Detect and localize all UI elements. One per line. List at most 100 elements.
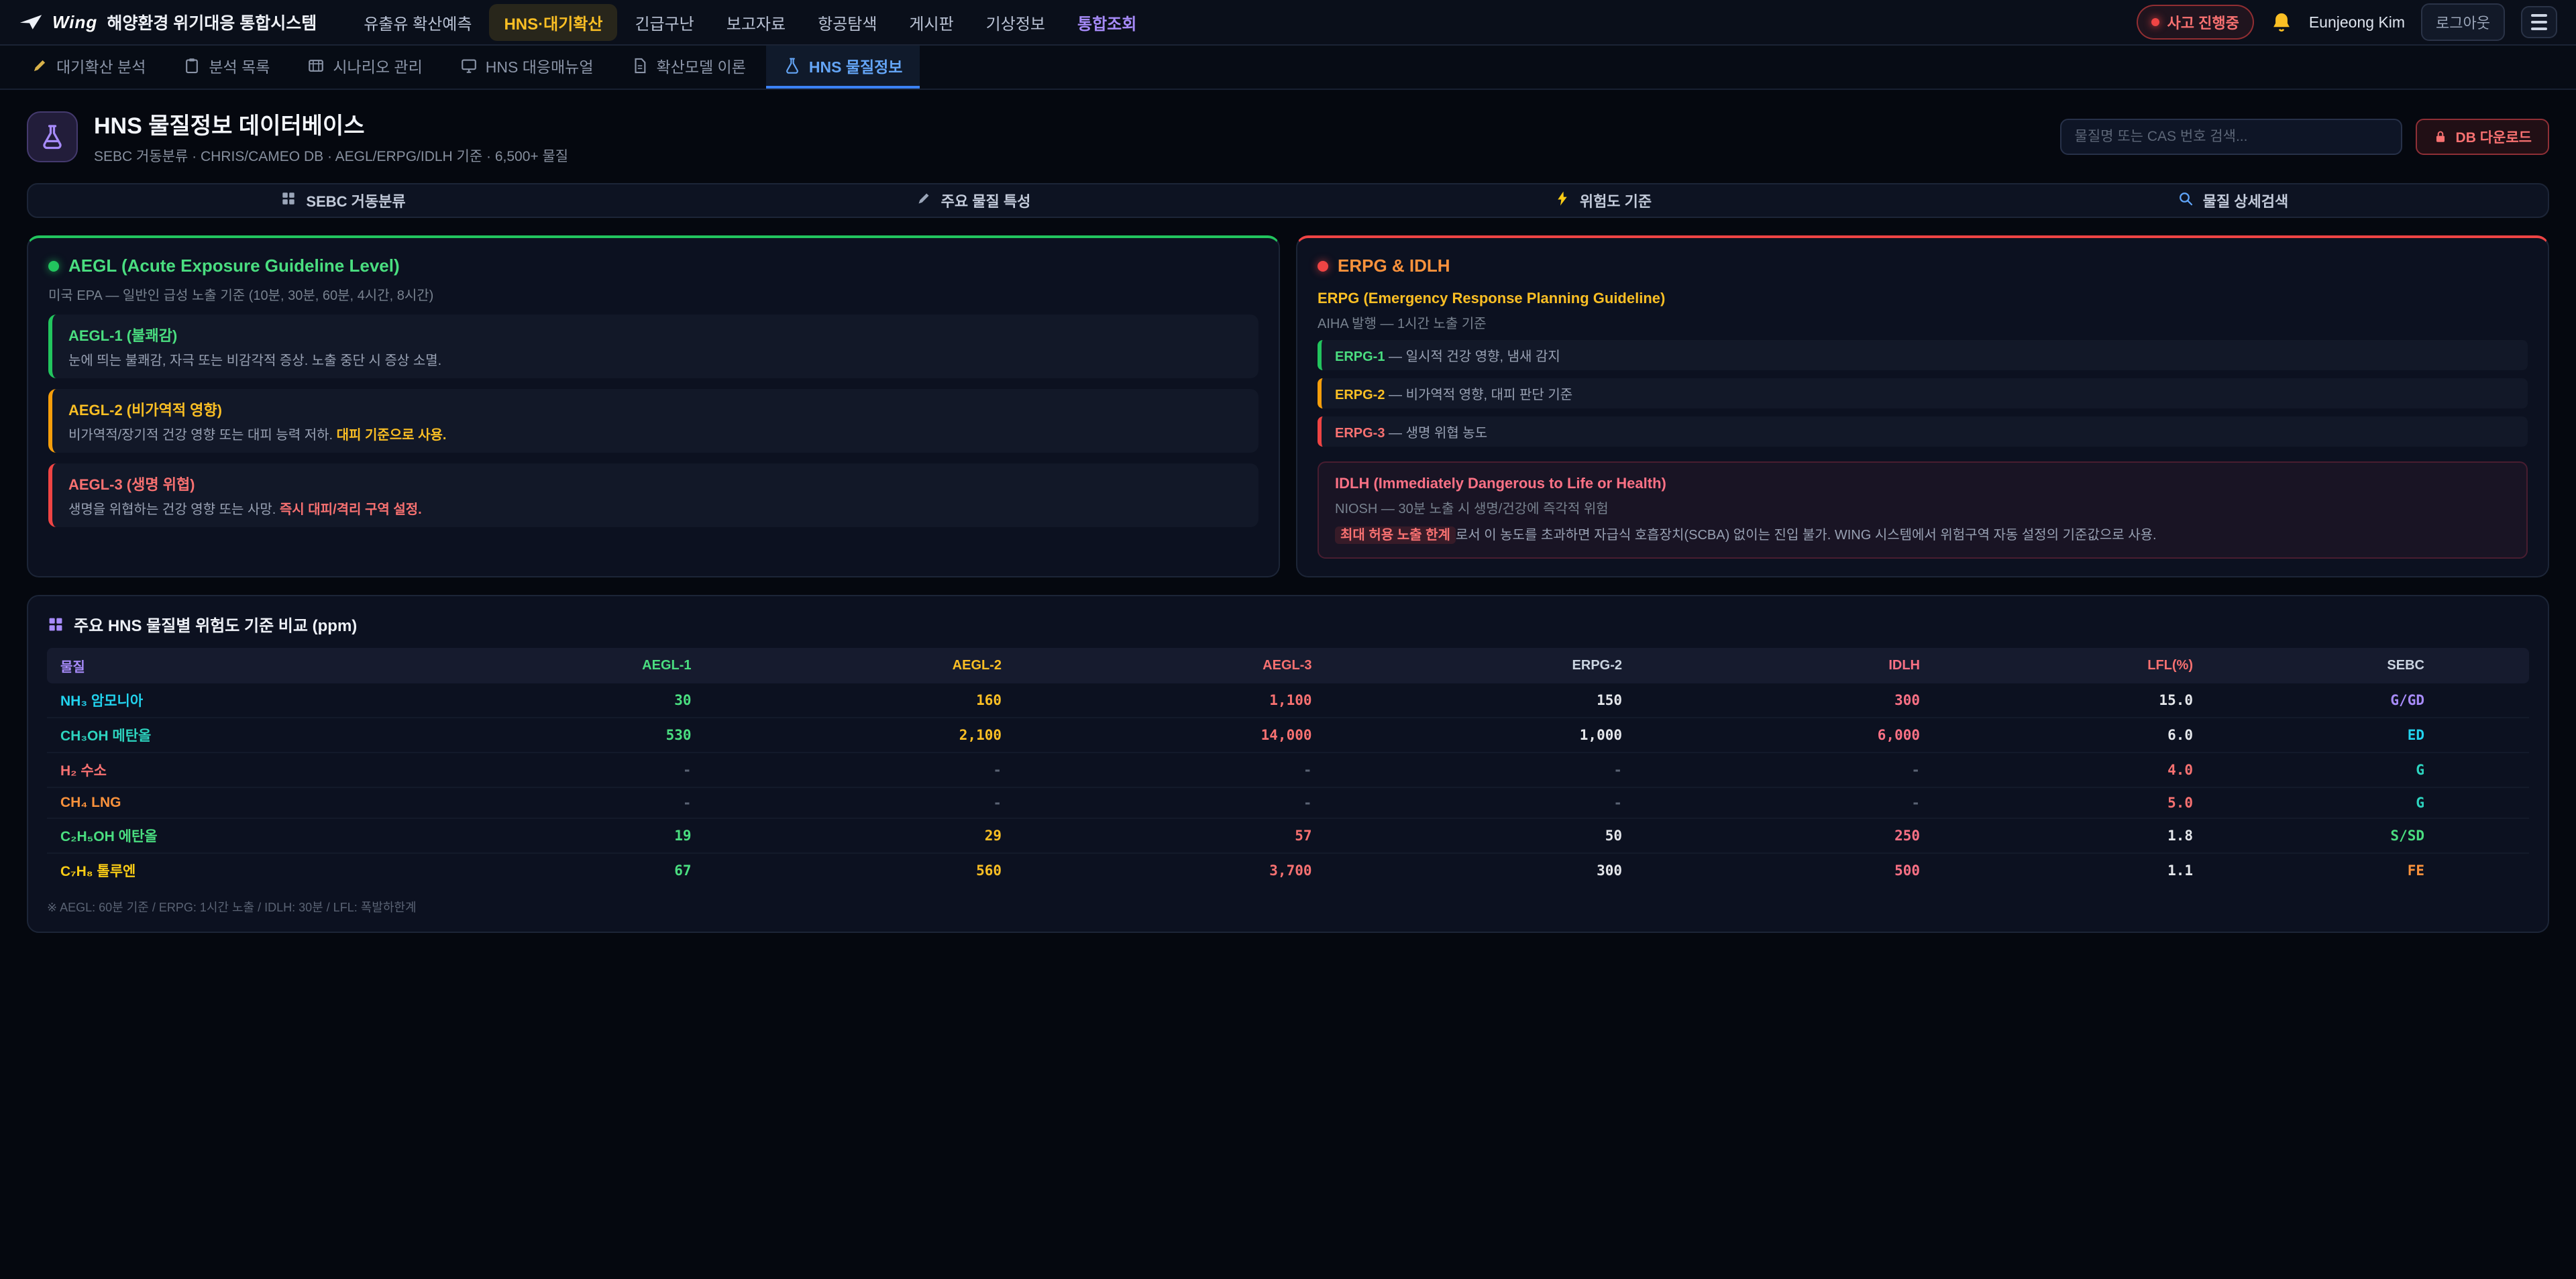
substance-name: CH₃OH 메탄올 xyxy=(47,718,394,753)
value-cell: - xyxy=(1635,753,1933,787)
menu-hamburger-button[interactable] xyxy=(2521,6,2557,38)
erpg-subtitle: AIHA 발행 — 1시간 노출 기준 xyxy=(1318,313,2528,332)
substance-name: NH₃ 암모니아 xyxy=(47,683,394,718)
db-download-button[interactable]: DB 다운로드 xyxy=(2416,119,2549,155)
substance-name: C₇H₈ 톨루엔 xyxy=(47,853,394,887)
section-tab[interactable]: 위험도 기준 xyxy=(1288,184,1918,217)
value-cell: 6,000 xyxy=(1635,718,1933,753)
value-cell: - xyxy=(1015,753,1326,787)
erpg-level-row: ERPG-3 — 생명 위협 농도 xyxy=(1318,416,2528,447)
incident-dot-icon xyxy=(2151,18,2159,26)
value-cell: - xyxy=(705,753,1016,787)
nav-item[interactable]: HNS·대기확산 xyxy=(489,4,617,41)
value-cell: 1.8 xyxy=(1933,818,2206,853)
nav-item[interactable]: 긴급구난 xyxy=(620,4,708,41)
notification-bell-icon[interactable] xyxy=(2270,11,2293,34)
value-cell: 4.0 xyxy=(1933,753,2206,787)
substance-row[interactable]: CH₃OH 메탄올5302,10014,0001,0006,0006.0ED xyxy=(47,718,2529,753)
value-cell: 57 xyxy=(1015,818,1326,853)
substance-name: H₂ 수소 xyxy=(47,753,394,787)
substance-name: CH₄ LNG xyxy=(47,787,394,818)
nav-item[interactable]: 보고자료 xyxy=(712,4,800,41)
comparison-table-panel: 주요 HNS 물질별 위험도 기준 비교 (ppm) 물질AEGL-1AEGL-… xyxy=(27,595,2549,933)
nav-item[interactable]: 항공탐색 xyxy=(803,4,892,41)
substance-row[interactable]: C₇H₈ 톨루엔675603,7003005001.1FE xyxy=(47,853,2529,887)
clipboard-icon xyxy=(183,57,201,74)
value-cell: 250 xyxy=(1635,818,1933,853)
value-cell: - xyxy=(1326,753,1636,787)
subnav-tab[interactable]: HNS 물질정보 xyxy=(766,46,920,89)
value-cell: G xyxy=(2206,787,2529,818)
substance-row[interactable]: NH₃ 암모니아301601,10015030015.0G/GD xyxy=(47,683,2529,718)
value-cell: 50 xyxy=(1326,818,1636,853)
value-cell: 300 xyxy=(1326,853,1636,887)
value-cell: 19 xyxy=(394,818,705,853)
nav-item[interactable]: 기상정보 xyxy=(971,4,1060,41)
value-cell: 150 xyxy=(1326,683,1636,718)
value-cell: 5.0 xyxy=(1933,787,2206,818)
nav-item[interactable]: 유출유 확산예측 xyxy=(349,4,486,41)
value-cell: 160 xyxy=(705,683,1016,718)
erpg-heading: ERPG (Emergency Response Planning Guidel… xyxy=(1318,290,2528,307)
value-cell: 1.1 xyxy=(1933,853,2206,887)
value-cell: 530 xyxy=(394,718,705,753)
substance-search-input[interactable] xyxy=(2060,119,2402,155)
main-nav: 유출유 확산예측HNS·대기확산긴급구난보고자료항공탐색게시판기상정보통합조회 xyxy=(349,4,1151,41)
value-cell: ED xyxy=(2206,718,2529,753)
film-icon xyxy=(307,57,325,74)
value-cell: 6.0 xyxy=(1933,718,2206,753)
value-cell: 14,000 xyxy=(1015,718,1326,753)
substance-row[interactable]: CH₄ LNG-----5.0G xyxy=(47,787,2529,818)
monitor-icon xyxy=(460,57,478,74)
column-header: AEGL-3 xyxy=(1015,648,1326,683)
idlh-title: IDLH (Immediately Dangerous to Life or H… xyxy=(1335,475,2510,492)
value-cell: G/GD xyxy=(2206,683,2529,718)
value-cell: 500 xyxy=(1635,853,1933,887)
idlh-highlight: 최대 허용 노출 한계 xyxy=(1335,526,1456,544)
nav-item[interactable]: 통합조회 xyxy=(1063,4,1151,41)
erpg-idlh-panel: ERPG & IDLH ERPG (Emergency Response Pla… xyxy=(1296,235,2549,577)
incident-label: 사고 진행중 xyxy=(2167,11,2239,33)
erpg-level-row: ERPG-2 — 비가역적 영향, 대피 판단 기준 xyxy=(1318,378,2528,408)
subnav-tab[interactable]: 확산모델 이론 xyxy=(614,46,763,89)
substance-row[interactable]: H₂ 수소-----4.0G xyxy=(47,753,2529,787)
subnav-tab[interactable]: 분석 목록 xyxy=(166,46,287,89)
section-tab[interactable]: SEBC 거동분류 xyxy=(28,184,658,217)
value-cell: 2,100 xyxy=(705,718,1016,753)
subnav-tab[interactable]: 시나리오 관리 xyxy=(290,46,439,89)
pencil-icon xyxy=(916,190,932,211)
value-cell: FE xyxy=(2206,853,2529,887)
grid-icon xyxy=(47,616,64,633)
incident-status-badge[interactable]: 사고 진행중 xyxy=(2137,5,2254,40)
section-tab[interactable]: 물질 상세검색 xyxy=(1918,184,2548,217)
value-cell: 1,000 xyxy=(1326,718,1636,753)
column-header: LFL(%) xyxy=(1933,648,2206,683)
substance-row[interactable]: C₂H₅OH 에탄올192957502501.8S/SD xyxy=(47,818,2529,853)
column-header: AEGL-1 xyxy=(394,648,705,683)
value-cell: G xyxy=(2206,753,2529,787)
app-logo[interactable]: Wing 해양환경 위기대응 통합시스템 xyxy=(19,10,317,34)
nav-item[interactable]: 게시판 xyxy=(894,4,968,41)
subnav-tab[interactable]: 대기확산 분석 xyxy=(13,46,163,89)
logo-wordmark: Wing xyxy=(52,12,97,33)
logout-button[interactable]: 로그아웃 xyxy=(2421,3,2505,41)
value-cell: - xyxy=(705,787,1016,818)
substance-name: C₂H₅OH 에탄올 xyxy=(47,818,394,853)
value-cell: 1,100 xyxy=(1015,683,1326,718)
value-cell: S/SD xyxy=(2206,818,2529,853)
value-cell: 3,700 xyxy=(1015,853,1326,887)
aegl-panel-title: AEGL (Acute Exposure Guideline Level) xyxy=(68,256,400,276)
table-header-row: 물질AEGL-1AEGL-2AEGL-3ERPG-2IDLHLFL(%)SEBC xyxy=(47,648,2529,683)
subnav-tab[interactable]: HNS 대응매뉴얼 xyxy=(443,46,611,89)
red-dot-icon xyxy=(1318,261,1328,272)
criteria-panels: AEGL (Acute Exposure Guideline Level) 미국… xyxy=(27,235,2549,577)
erpg-level-list: ERPG-1 — 일시적 건강 영향, 냄새 감지ERPG-2 — 비가역적 영… xyxy=(1318,340,2528,447)
search-icon xyxy=(2178,190,2194,211)
wing-logo-icon xyxy=(19,13,43,31)
flask-icon xyxy=(27,111,78,162)
table-title: 주요 HNS 물질별 위험도 기준 비교 (ppm) xyxy=(74,612,357,636)
column-header: ERPG-2 xyxy=(1326,648,1636,683)
page-title: HNS 물질정보 데이터베이스 xyxy=(94,107,568,140)
section-tab[interactable]: 주요 물질 특성 xyxy=(658,184,1288,217)
table-footnote: ※ AEGL: 60분 기준 / ERPG: 1시간 노출 / IDLH: 30… xyxy=(47,898,2529,915)
